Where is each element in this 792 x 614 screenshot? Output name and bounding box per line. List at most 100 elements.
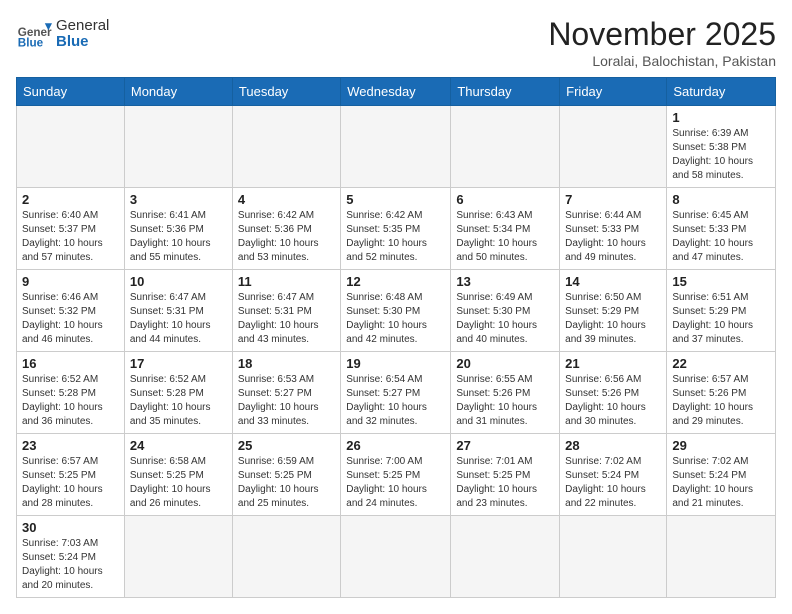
calendar-cell [560, 106, 667, 188]
calendar-week-row: 2Sunrise: 6:40 AM Sunset: 5:37 PM Daylig… [17, 188, 776, 270]
day-number: 21 [565, 356, 661, 371]
day-info: Sunrise: 7:01 AM Sunset: 5:25 PM Dayligh… [456, 455, 554, 511]
day-info: Sunrise: 6:44 AM Sunset: 5:33 PM Dayligh… [565, 209, 661, 265]
calendar-cell: 27 Sunrise: 7:01 AM Sunset: 5:25 PM Dayli… [451, 434, 560, 516]
day-info: Sunrise: 6:55 AM Sunset: 5:26 PM Dayligh… [456, 373, 554, 429]
day-info: Sunrise: 6:59 AM Sunset: 5:25 PM Dayligh… [238, 455, 335, 511]
day-number: 14 [565, 274, 661, 289]
calendar-week-row: 16Sunrise: 6:52 AM Sunset: 5:28 PM Dayli… [17, 352, 776, 434]
calendar-cell: 2Sunrise: 6:40 AM Sunset: 5:37 PM Daylig… [17, 188, 125, 270]
svg-text:Blue: Blue [18, 37, 44, 50]
day-info: Sunrise: 7:02 AM Sunset: 5:24 PM Dayligh… [565, 455, 661, 511]
day-info: Sunrise: 6:50 AM Sunset: 5:29 PM Dayligh… [565, 291, 661, 347]
calendar-cell: 24 Sunrise: 6:58 AM Sunset: 5:25 PM Dayli… [124, 434, 232, 516]
calendar-cell: 3Sunrise: 6:41 AM Sunset: 5:36 PM Daylig… [124, 188, 232, 270]
calendar-week-row: 30 Sunrise: 7:03 AM Sunset: 5:24 PM Dayli… [17, 516, 776, 598]
day-info: Sunrise: 6:58 AM Sunset: 5:25 PM Dayligh… [130, 455, 227, 511]
calendar-week-row: 9 Sunrise: 6:46 AM Sunset: 5:32 PM Daylig… [17, 270, 776, 352]
day-info: Sunrise: 6:57 AM Sunset: 5:26 PM Dayligh… [672, 373, 770, 429]
calendar-cell: 9 Sunrise: 6:46 AM Sunset: 5:32 PM Daylig… [17, 270, 125, 352]
day-number: 7 [565, 192, 661, 207]
calendar-cell: 13 Sunrise: 6:49 AM Sunset: 5:30 PM Dayli… [451, 270, 560, 352]
month-title: November 2025 [548, 16, 776, 53]
calendar-cell: 10 Sunrise: 6:47 AM Sunset: 5:31 PM Dayli… [124, 270, 232, 352]
day-number: 9 [22, 274, 119, 289]
day-info: Sunrise: 6:39 AM Sunset: 5:38 PM Dayligh… [672, 127, 770, 183]
day-info: Sunrise: 6:47 AM Sunset: 5:31 PM Dayligh… [238, 291, 335, 347]
day-info: Sunrise: 6:54 AM Sunset: 5:27 PM Dayligh… [346, 373, 445, 429]
day-info: Sunrise: 6:41 AM Sunset: 5:36 PM Dayligh… [130, 209, 227, 265]
calendar-cell: 6 Sunrise: 6:43 AM Sunset: 5:34 PM Daylig… [451, 188, 560, 270]
column-header-monday: Monday [124, 78, 232, 106]
day-number: 25 [238, 438, 335, 453]
day-number: 18 [238, 356, 335, 371]
day-number: 4 [238, 192, 335, 207]
day-number: 10 [130, 274, 227, 289]
day-number: 8 [672, 192, 770, 207]
day-info: Sunrise: 6:42 AM Sunset: 5:36 PM Dayligh… [238, 209, 335, 265]
calendar-cell: 12 Sunrise: 6:48 AM Sunset: 5:30 PM Dayli… [341, 270, 451, 352]
day-info: Sunrise: 6:52 AM Sunset: 5:28 PM Dayligh… [22, 373, 119, 429]
day-number: 12 [346, 274, 445, 289]
day-info: Sunrise: 6:49 AM Sunset: 5:30 PM Dayligh… [456, 291, 554, 347]
calendar-cell: 30 Sunrise: 7:03 AM Sunset: 5:24 PM Dayli… [17, 516, 125, 598]
calendar-cell: 21 Sunrise: 6:56 AM Sunset: 5:26 PM Dayli… [560, 352, 667, 434]
day-number: 20 [456, 356, 554, 371]
day-info: Sunrise: 6:56 AM Sunset: 5:26 PM Dayligh… [565, 373, 661, 429]
location: Loralai, Balochistan, Pakistan [548, 53, 776, 69]
day-number: 28 [565, 438, 661, 453]
calendar-cell [17, 106, 125, 188]
day-info: Sunrise: 6:43 AM Sunset: 5:34 PM Dayligh… [456, 209, 554, 265]
calendar-cell: 18 Sunrise: 6:53 AM Sunset: 5:27 PM Dayli… [232, 352, 340, 434]
day-number: 6 [456, 192, 554, 207]
day-info: Sunrise: 7:02 AM Sunset: 5:24 PM Dayligh… [672, 455, 770, 511]
calendar-week-row: 23 Sunrise: 6:57 AM Sunset: 5:25 PM Dayli… [17, 434, 776, 516]
day-info: Sunrise: 6:51 AM Sunset: 5:29 PM Dayligh… [672, 291, 770, 347]
column-header-tuesday: Tuesday [232, 78, 340, 106]
calendar-cell: 4 Sunrise: 6:42 AM Sunset: 5:36 PM Daylig… [232, 188, 340, 270]
calendar-cell: 28 Sunrise: 7:02 AM Sunset: 5:24 PM Dayli… [560, 434, 667, 516]
calendar-cell: 22Sunrise: 6:57 AM Sunset: 5:26 PM Dayli… [667, 352, 776, 434]
calendar-cell [667, 516, 776, 598]
day-number: 27 [456, 438, 554, 453]
calendar-cell [124, 106, 232, 188]
day-info: Sunrise: 6:48 AM Sunset: 5:30 PM Dayligh… [346, 291, 445, 347]
day-number: 15 [672, 274, 770, 289]
calendar-cell [124, 516, 232, 598]
day-number: 30 [22, 520, 119, 535]
calendar-cell: 17Sunrise: 6:52 AM Sunset: 5:28 PM Dayli… [124, 352, 232, 434]
calendar-cell: 1 Sunrise: 6:39 AM Sunset: 5:38 PM Daylig… [667, 106, 776, 188]
calendar-header-row: SundayMondayTuesdayWednesdayThursdayFrid… [17, 78, 776, 106]
day-number: 23 [22, 438, 119, 453]
calendar-cell: 5 Sunrise: 6:42 AM Sunset: 5:35 PM Daylig… [341, 188, 451, 270]
day-number: 2 [22, 192, 119, 207]
day-number: 13 [456, 274, 554, 289]
day-number: 19 [346, 356, 445, 371]
day-number: 29 [672, 438, 770, 453]
day-number: 24 [130, 438, 227, 453]
column-header-friday: Friday [560, 78, 667, 106]
page-header: General Blue General Blue November 2025 … [16, 16, 776, 69]
day-info: Sunrise: 6:46 AM Sunset: 5:32 PM Dayligh… [22, 291, 119, 347]
day-info: Sunrise: 6:47 AM Sunset: 5:31 PM Dayligh… [130, 291, 227, 347]
column-header-sunday: Sunday [17, 78, 125, 106]
day-info: Sunrise: 7:03 AM Sunset: 5:24 PM Dayligh… [22, 537, 119, 593]
calendar-cell [341, 106, 451, 188]
day-info: Sunrise: 6:53 AM Sunset: 5:27 PM Dayligh… [238, 373, 335, 429]
calendar-cell [451, 106, 560, 188]
calendar-cell [451, 516, 560, 598]
day-info: Sunrise: 6:42 AM Sunset: 5:35 PM Dayligh… [346, 209, 445, 265]
calendar-cell [341, 516, 451, 598]
calendar-cell: 7 Sunrise: 6:44 AM Sunset: 5:33 PM Daylig… [560, 188, 667, 270]
logo: General Blue General Blue [16, 16, 109, 52]
day-number: 5 [346, 192, 445, 207]
day-number: 26 [346, 438, 445, 453]
calendar-cell: 16Sunrise: 6:52 AM Sunset: 5:28 PM Dayli… [17, 352, 125, 434]
calendar-cell: 15 Sunrise: 6:51 AM Sunset: 5:29 PM Dayli… [667, 270, 776, 352]
day-number: 11 [238, 274, 335, 289]
day-number: 1 [672, 110, 770, 125]
calendar-cell: 26Sunrise: 7:00 AM Sunset: 5:25 PM Dayli… [341, 434, 451, 516]
calendar-cell [232, 516, 340, 598]
calendar-cell: 8Sunrise: 6:45 AM Sunset: 5:33 PM Daylig… [667, 188, 776, 270]
day-info: Sunrise: 6:57 AM Sunset: 5:25 PM Dayligh… [22, 455, 119, 511]
